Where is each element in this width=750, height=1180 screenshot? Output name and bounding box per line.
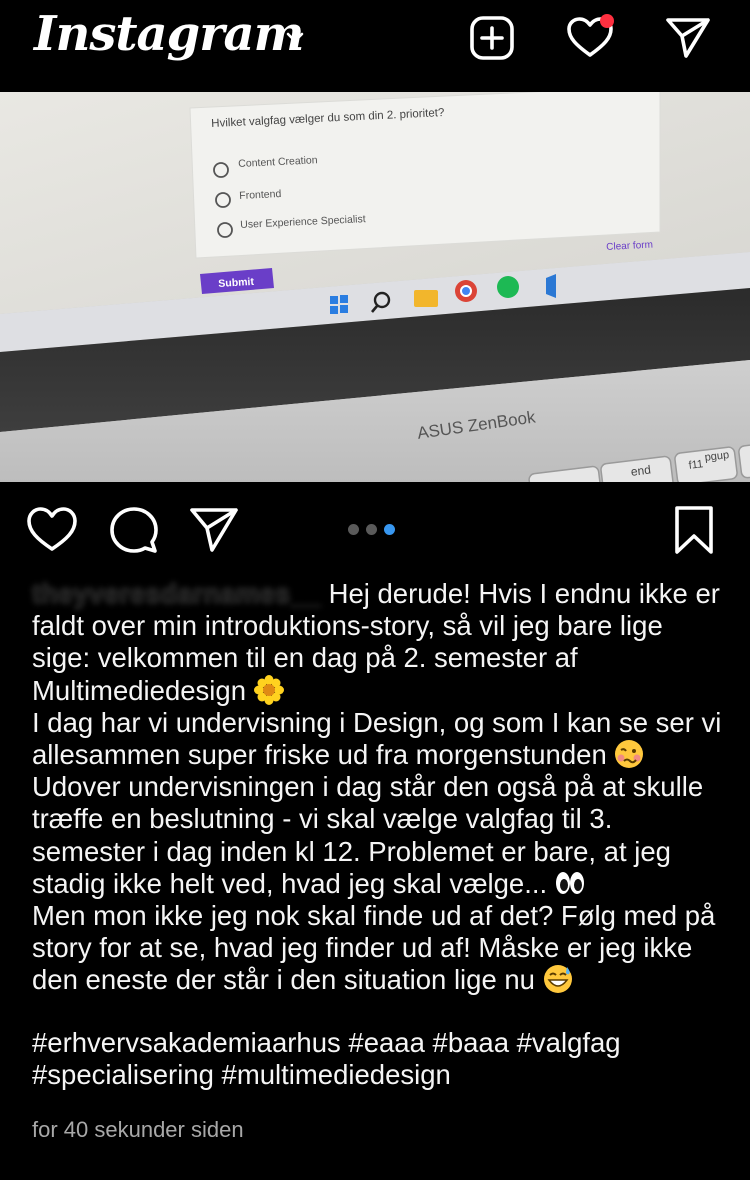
chevron-down-icon[interactable] (284, 26, 306, 48)
post-photo[interactable]: Hvilket valgfag vælger du som din 2. pri… (0, 92, 750, 482)
blossom-emoji (253, 674, 284, 705)
post-caption: theyveresdarnames__ Hej derude! Hvis I e… (32, 578, 724, 1091)
top-bar: Instagram (0, 0, 750, 92)
option-frontend[interactable]: Frontend (239, 188, 282, 202)
caption-hashtags[interactable]: #erhvervsakademiaarhus #eaaa #baaa #valg… (32, 1027, 724, 1091)
carousel-dot-active (384, 524, 395, 535)
post-timestamp: for 40 sekunder siden (32, 1117, 244, 1142)
carousel-indicator (348, 524, 395, 535)
caption-text-decision: Udover undervisningen i dag står den ogs… (32, 771, 704, 899)
direct-message-icon[interactable] (664, 14, 712, 62)
activity-heart-icon[interactable] (566, 14, 614, 62)
caption-text-story: Men mon ikke jeg nok skal finde ud af de… (32, 900, 716, 996)
like-heart-icon[interactable] (26, 504, 78, 556)
comment-icon[interactable] (108, 504, 160, 556)
carousel-dot (366, 524, 377, 535)
carousel-dot (348, 524, 359, 535)
caption-username[interactable]: theyveresdarnames__ (32, 578, 321, 609)
save-bookmark-icon[interactable] (668, 504, 720, 556)
add-post-icon[interactable] (468, 14, 516, 62)
eyes-emoji (555, 868, 585, 898)
grinning-sweat-emoji (543, 964, 573, 994)
key-end: end (630, 462, 652, 479)
share-icon[interactable] (188, 504, 240, 556)
submit-button[interactable]: Submit (218, 276, 254, 290)
key-f11: f11 (688, 458, 704, 472)
instagram-logo[interactable]: Instagram (34, 6, 304, 62)
woozy-face-emoji (614, 739, 644, 769)
notification-dot (600, 14, 614, 28)
